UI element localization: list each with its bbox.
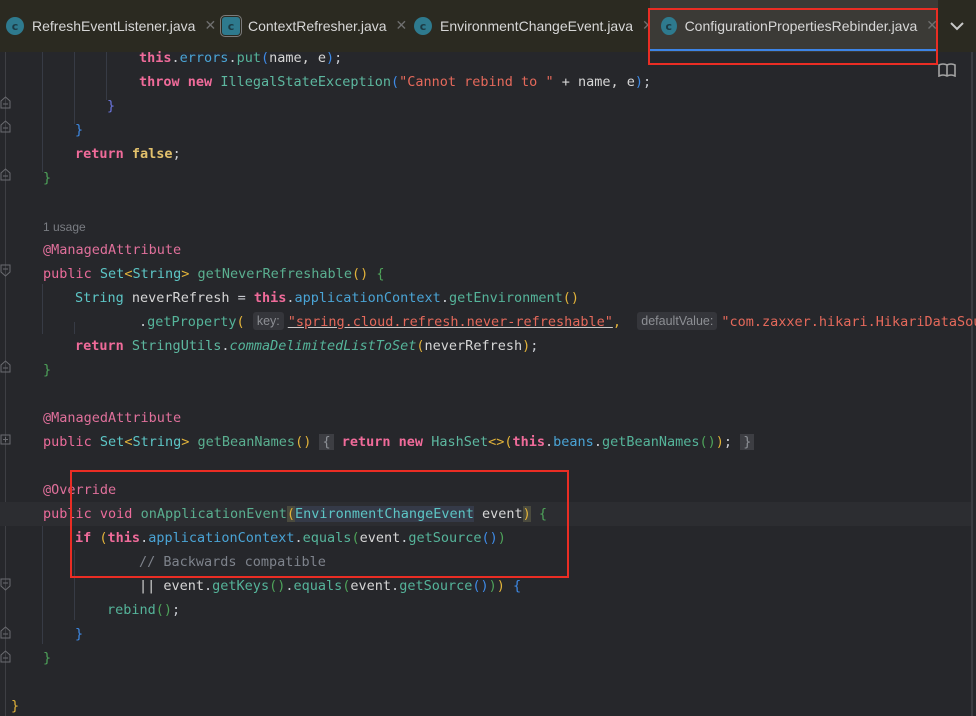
- gutter: [5, 52, 6, 716]
- code-line: return StringUtils.commaDelimitedListToS…: [75, 338, 539, 354]
- tab-label: ContextRefresher.java: [248, 18, 387, 34]
- code-line: throw new IllegalStateException("Cannot …: [139, 74, 652, 90]
- book-icon: [938, 63, 956, 78]
- fold-start-icon[interactable]: [0, 264, 11, 277]
- fold-start-icon[interactable]: [0, 578, 11, 591]
- reader-mode-button[interactable]: [938, 62, 956, 78]
- fold-expand-icon[interactable]: [0, 434, 11, 447]
- code-line: rebind();: [107, 602, 181, 618]
- fold-end-icon[interactable]: [0, 120, 11, 133]
- code-line: }: [11, 698, 20, 714]
- folded-region-end[interactable]: }: [740, 434, 755, 450]
- code-line: String neverRefresh = this.applicationCo…: [75, 290, 580, 306]
- code-line: if (this.applicationContext.equals(event…: [75, 530, 506, 546]
- editor-tab-bar: c RefreshEventListener.java ✕ c ContextR…: [0, 0, 976, 52]
- indent-guide: [106, 52, 107, 100]
- indent-guide: [74, 52, 75, 124]
- code-line-current: public void onApplicationEvent(Environme…: [0, 502, 971, 526]
- class-icon: c: [661, 17, 677, 35]
- class-icon: c: [6, 17, 24, 35]
- indent-guide: [42, 526, 43, 644]
- usage-hint[interactable]: 1 usage: [43, 215, 86, 239]
- fold-end-icon[interactable]: [0, 96, 11, 109]
- code-line: }: [75, 626, 84, 642]
- close-icon[interactable]: ✕: [926, 18, 938, 34]
- fold-end-icon[interactable]: [0, 168, 11, 181]
- code-line: }: [107, 98, 116, 114]
- indent-guide: [42, 284, 43, 334]
- param-hint-key: key:: [252, 312, 284, 330]
- close-icon[interactable]: ✕: [204, 18, 216, 34]
- chevron-down-icon: [950, 21, 964, 30]
- code-line: }: [75, 122, 84, 138]
- tab-label: RefreshEventListener.java: [32, 18, 196, 34]
- code-line: }: [43, 650, 52, 666]
- fold-end-icon[interactable]: [0, 650, 11, 663]
- code-line: }: [43, 362, 52, 378]
- code-line: || event.getKeys().equals(event.getSourc…: [139, 578, 522, 594]
- tab-configuration-properties-rebinder[interactable]: c ConfigurationPropertiesRebinder.java ✕: [650, 0, 938, 52]
- code-line: @ManagedAttribute: [43, 242, 182, 258]
- vertical-scrollbar[interactable]: [971, 52, 973, 716]
- param-hint-default-value: defaultValue:: [637, 312, 718, 330]
- code-line: return false;: [75, 146, 181, 162]
- code-line: }: [43, 170, 52, 186]
- close-icon[interactable]: ✕: [396, 18, 408, 34]
- code-line: this.errors.put(name, e);: [139, 50, 343, 66]
- code-line: @ManagedAttribute: [43, 410, 182, 426]
- indent-guide: [74, 550, 75, 620]
- code-comment: // Backwards compatible: [139, 554, 326, 570]
- indent-guide: [74, 322, 75, 334]
- code-line: @Override: [43, 482, 117, 498]
- tab-context-refresher[interactable]: c ContextRefresher.java ✕: [220, 0, 408, 52]
- code-line: public Set<String> getNeverRefreshable()…: [43, 266, 385, 282]
- tab-label: ConfigurationPropertiesRebinder.java: [684, 18, 918, 34]
- tab-environment-change-event[interactable]: c EnvironmentChangeEvent.java ✕: [414, 0, 654, 52]
- code-line: .getProperty( key: "spring.cloud.refresh.…: [139, 312, 976, 330]
- tab-label: EnvironmentChangeEvent.java: [440, 18, 634, 34]
- class-icon: c: [220, 15, 242, 37]
- folded-region-start[interactable]: {: [319, 434, 334, 450]
- fold-end-icon[interactable]: [0, 626, 11, 639]
- class-icon: c: [414, 17, 432, 35]
- indent-guide: [42, 52, 43, 172]
- code-editor[interactable]: this.errors.put(name, e); throw new Ille…: [0, 50, 976, 716]
- code-line: public Set<String> getBeanNames() { retu…: [43, 430, 755, 454]
- tabs-dropdown-button[interactable]: [945, 14, 969, 38]
- fold-end-icon[interactable]: [0, 360, 11, 373]
- tab-refresh-event-listener[interactable]: c RefreshEventListener.java ✕: [6, 0, 216, 52]
